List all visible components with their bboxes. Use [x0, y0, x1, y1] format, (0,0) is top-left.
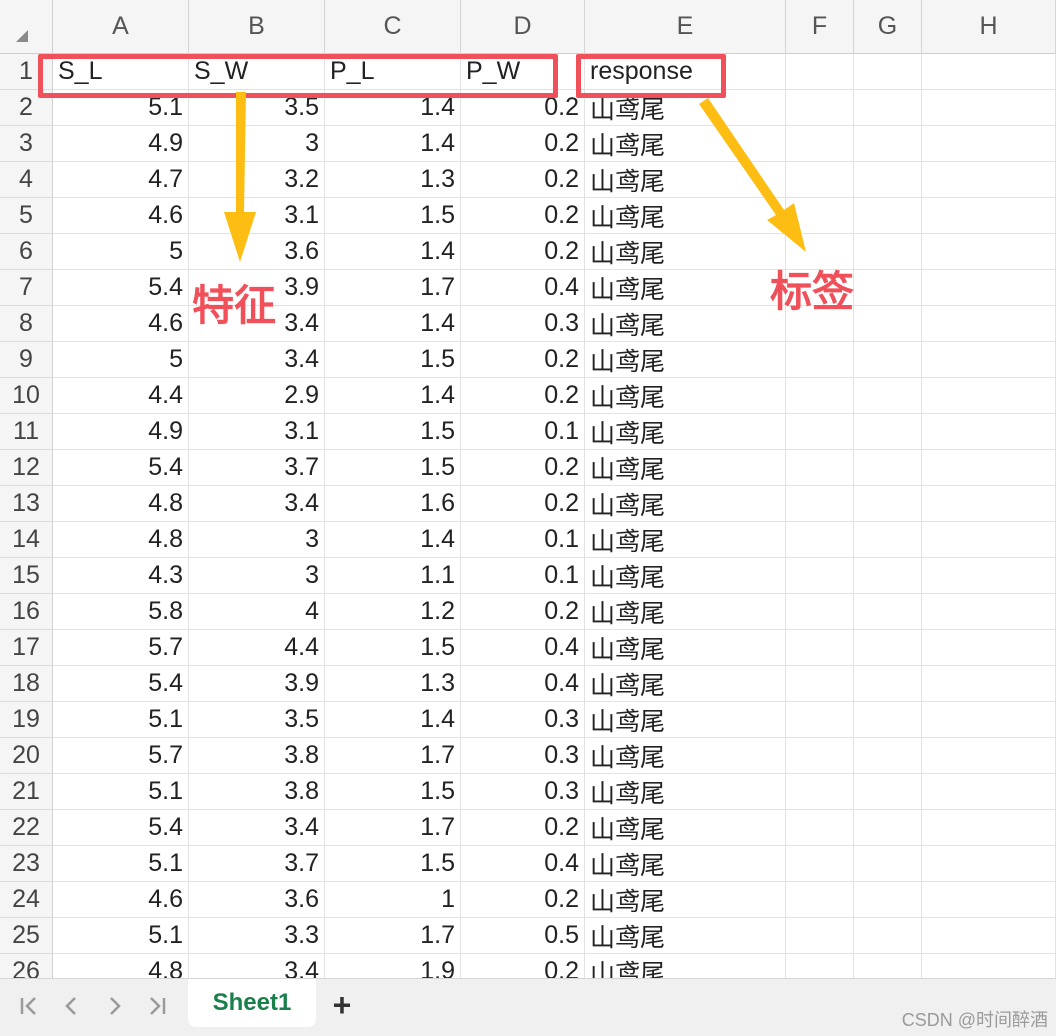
label-annotation: 标签: [770, 267, 855, 316]
first-sheet-icon[interactable]: [12, 989, 46, 1023]
last-sheet-icon[interactable]: [140, 989, 174, 1023]
watermark: CSDN @时间醉酒: [901, 1010, 1048, 1030]
next-sheet-icon[interactable]: [98, 989, 132, 1023]
add-sheet-button[interactable]: +: [326, 987, 358, 1023]
annotation-arrows: [224, 92, 806, 262]
spreadsheet-grid[interactable]: ABCDEFGH 1 2 3 4 5 6 7 8 9 10 11 12 13 14 15 16 17 18 19 20…: [0, 0, 1056, 978]
sheet-tab-bar: Sheet1 + CSDN @时间醉酒: [0, 978, 1056, 1036]
prev-sheet-icon[interactable]: [54, 989, 88, 1023]
sheet-tab-sheet1[interactable]: Sheet1: [188, 979, 316, 1027]
features-arrow: [224, 92, 256, 262]
features-annotation: 特征: [192, 281, 277, 330]
label-arrow: [699, 98, 806, 252]
